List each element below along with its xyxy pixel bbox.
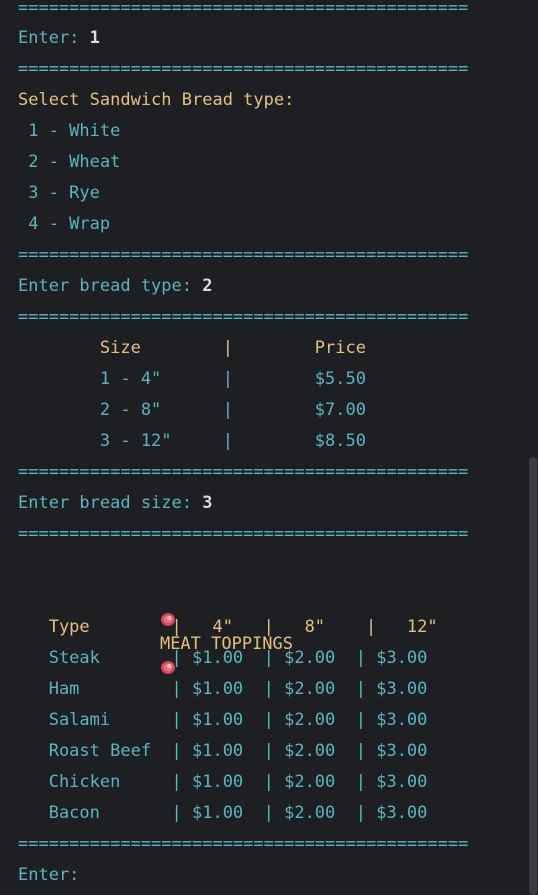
bread-option-rye: 3 - Rye [18,183,100,203]
meat-table-row: Chicken | $1.00 | $2.00 | $3.00 [18,772,428,792]
bread-type-heading: Select Sandwich Bread type: [18,90,295,110]
bread-size-input-value: 3 [202,493,213,513]
size-table-header: Size | Price [18,338,366,358]
separator-line: ========================================… [18,462,469,482]
bread-option-wheat: 2 - Wheat [18,152,121,172]
meat-table-row: Roast Beef | $1.00 | $2.00 | $3.00 [18,741,428,761]
bread-option-wrap: 4 - Wrap [18,214,111,234]
scrollbar-thumb[interactable] [529,457,537,895]
meat-table-row: Bacon | $1.00 | $2.00 | $3.00 [18,803,428,823]
bread-type-input-value: 2 [202,276,213,296]
bread-size-prompt-label: Enter bread size: [18,493,203,513]
meat-table-row: Ham | $1.00 | $2.00 | $3.00 [18,679,428,699]
bread-size-prompt: Enter bread size: 3 [18,491,212,515]
choice-prompt: Enter: 1 [18,26,100,50]
separator-line: ========================================… [18,59,469,79]
final-prompt[interactable]: Enter: [18,863,90,887]
size-table-row: 2 - 8" | $7.00 [18,400,366,420]
size-table-row: 3 - 12" | $8.50 [18,431,366,451]
scrollbar-track[interactable] [528,0,538,895]
terminal-output[interactable]: ========================================… [0,0,538,895]
meat-table-header: Type | 4" | 8" | 12" [18,617,438,637]
choice-prompt-label: Enter: [18,28,90,48]
bread-option-white: 1 - White [18,121,121,141]
meat-table-row: Steak | $1.00 | $2.00 | $3.00 [18,648,428,668]
meat-toppings-title: MEAT TOPPINGS [119,584,293,674]
separator-line: ========================================… [18,834,469,854]
separator-line: ========================================… [18,307,469,327]
bread-type-prompt-label: Enter bread type: [18,276,203,296]
size-table-row: 1 - 4" | $5.50 [18,369,366,389]
bread-type-prompt: Enter bread type: 2 [18,274,212,298]
meat-table-row: Salami | $1.00 | $2.00 | $3.00 [18,710,428,730]
separator-line: ========================================… [18,0,469,18]
separator-line: ========================================… [18,524,469,544]
separator-line: ========================================… [18,245,469,265]
choice-input-value: 1 [89,28,100,48]
